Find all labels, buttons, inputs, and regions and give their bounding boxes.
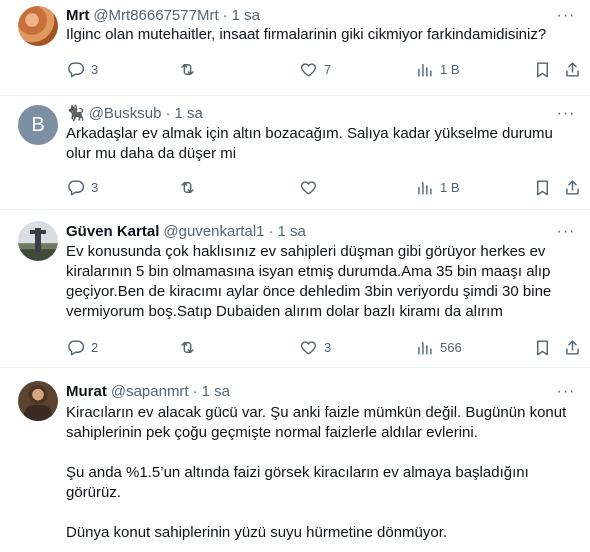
retweet-button[interactable]	[178, 330, 203, 364]
avatar-letter: B	[31, 113, 45, 136]
retweet-icon	[181, 63, 194, 75]
heart-icon	[300, 340, 317, 355]
views-button[interactable]: 1 B	[415, 170, 460, 204]
reply-button[interactable]: 3	[66, 52, 98, 86]
reply-count: 3	[91, 179, 99, 195]
tweet-4[interactable]: Murat @sapanmrt · 1 sa ··· Kiracıların e…	[0, 368, 590, 552]
reply-button[interactable]: 3	[66, 170, 98, 204]
views-button[interactable]: 566	[415, 330, 462, 364]
timestamp[interactable]: 1 sa	[202, 383, 230, 400]
share-icon	[566, 339, 579, 355]
timestamp[interactable]: 1 sa	[232, 7, 260, 24]
share-button[interactable]	[563, 52, 582, 86]
bookmark-button[interactable]	[533, 52, 552, 86]
avatar-tower-top	[30, 230, 46, 234]
tweet-text: Ilginc olan mutehaitler, insaat firmalar…	[66, 26, 547, 43]
display-name-emoji[interactable]: 🐈‍⬛	[66, 104, 85, 122]
tweet-text: Arkadaşlar ev almak için altın bozacağım…	[66, 125, 553, 162]
reply-icon	[68, 339, 85, 355]
timestamp[interactable]: 1 sa	[174, 105, 202, 122]
share-icon	[566, 61, 579, 77]
reply-count: 2	[91, 339, 99, 355]
views-count: 1 B	[440, 61, 460, 77]
retweet-button[interactable]	[178, 52, 203, 86]
reply-button[interactable]: 2	[66, 330, 98, 364]
avatar[interactable]	[18, 381, 58, 421]
tweet-1[interactable]: Mrt @Mrt86667577Mrt · 1 sa ··· Ilginc ol…	[0, 0, 590, 96]
separator-dot: ·	[222, 6, 228, 24]
user-handle[interactable]: @guvenkartal1	[163, 223, 264, 240]
like-button[interactable]	[299, 170, 324, 204]
more-dots-icon[interactable]: ···	[556, 222, 576, 242]
separator-dot: ·	[192, 382, 198, 400]
display-name[interactable]: Güven Kartal	[66, 223, 159, 240]
avatar[interactable]	[18, 221, 58, 261]
reply-icon	[68, 179, 85, 195]
tweet-text: Ev konusunda çok haklısınız ev sahipleri…	[66, 243, 552, 320]
separator-dot: ·	[268, 222, 274, 240]
action-bar: 3 7 1 B	[58, 52, 580, 86]
like-count: 7	[324, 61, 332, 77]
bookmark-icon	[537, 179, 548, 195]
bookmark-button[interactable]	[533, 170, 552, 204]
avatar-robe	[24, 405, 52, 421]
views-count: 1 B	[440, 179, 460, 195]
user-handle[interactable]: @sapanmrt	[111, 383, 189, 400]
views-button[interactable]: 1 B	[415, 52, 460, 86]
share-button[interactable]	[563, 170, 582, 204]
like-count: 3	[324, 339, 332, 355]
views-count: 566	[440, 339, 462, 355]
bookmark-icon	[537, 61, 548, 77]
timestamp[interactable]: 1 sa	[278, 223, 306, 240]
like-button[interactable]: 7	[299, 52, 331, 86]
display-name[interactable]: Mrt	[66, 7, 89, 24]
retweet-icon	[181, 341, 194, 353]
more-dots-icon[interactable]: ···	[556, 104, 576, 124]
like-button[interactable]: 3	[299, 330, 331, 364]
reply-icon	[68, 61, 85, 77]
tweet-2[interactable]: B 🐈‍⬛ @Busksub · 1 sa ··· Arkadaşlar ev …	[0, 96, 590, 210]
more-dots-icon[interactable]: ···	[556, 6, 576, 26]
share-button[interactable]	[563, 330, 582, 364]
avatar[interactable]: B	[18, 105, 58, 145]
more-dots-icon[interactable]: ···	[556, 382, 576, 402]
heart-icon	[300, 62, 317, 77]
tweet-text: Kiracıların ev alacak gücü var. Şu anki …	[66, 404, 567, 541]
avatar[interactable]	[18, 6, 58, 46]
bookmark-icon	[537, 339, 548, 355]
separator-dot: ·	[165, 104, 171, 122]
views-chart-icon	[418, 181, 432, 195]
views-chart-icon	[418, 63, 432, 77]
heart-icon	[300, 180, 317, 195]
tweet-3[interactable]: Güven Kartal @guvenkartal1 · 1 sa ··· Ev…	[0, 210, 590, 368]
reply-count: 3	[91, 61, 99, 77]
bookmark-button[interactable]	[533, 330, 552, 364]
retweet-button[interactable]	[178, 170, 203, 204]
views-chart-icon	[418, 341, 432, 355]
display-name[interactable]: Murat	[66, 383, 107, 400]
user-handle[interactable]: @Mrt86667577Mrt	[93, 7, 218, 24]
action-bar: 3 1 B	[58, 170, 580, 204]
action-bar: 2 3 566	[58, 330, 580, 364]
retweet-icon	[181, 181, 194, 193]
user-handle[interactable]: @Busksub	[89, 105, 162, 122]
share-icon	[566, 179, 579, 195]
